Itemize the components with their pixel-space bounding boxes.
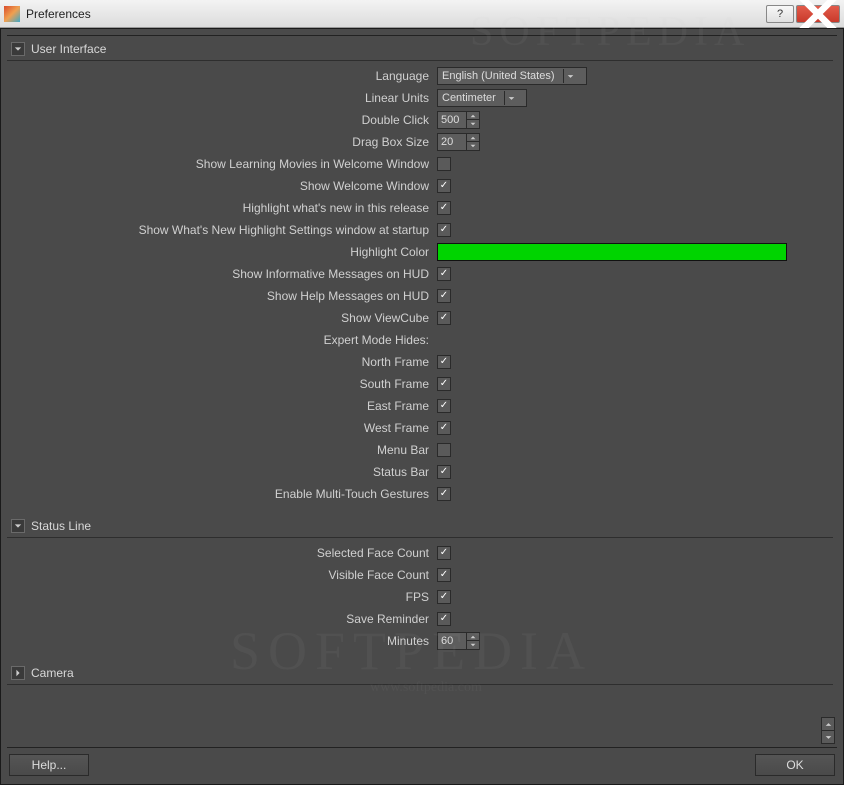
titlebar-close-button[interactable] [796, 5, 840, 23]
expand-toggle-status-line[interactable] [11, 519, 25, 533]
show-whats-new-highlight-checkbox[interactable] [437, 223, 451, 237]
spinner-up-icon[interactable] [467, 633, 479, 641]
preferences-scroll[interactable]: User Interface Language English (United … [7, 35, 837, 748]
expand-toggle-user-interface[interactable] [11, 42, 25, 56]
chevron-down-icon [14, 45, 22, 53]
double-click-spinner[interactable] [437, 111, 480, 129]
visible-face-count-checkbox[interactable] [437, 568, 451, 582]
label-show-viewcube: Show ViewCube [7, 311, 437, 325]
expand-toggle-camera[interactable] [11, 666, 25, 680]
fps-checkbox[interactable] [437, 590, 451, 604]
label-linear-units: Linear Units [7, 91, 437, 105]
show-viewcube-checkbox[interactable] [437, 311, 451, 325]
label-drag-box-size: Drag Box Size [7, 135, 437, 149]
menu-bar-checkbox[interactable] [437, 443, 451, 457]
section-body-status-line: Selected Face Count Visible Face Count F… [7, 538, 833, 660]
label-west-frame: West Frame [7, 421, 437, 435]
chevron-down-icon [825, 734, 832, 741]
label-double-click: Double Click [7, 113, 437, 127]
enable-multitouch-checkbox[interactable] [437, 487, 451, 501]
section-body-user-interface: Language English (United States) Linear … [7, 61, 833, 513]
titlebar-buttons: ? [764, 5, 840, 23]
label-show-learning-movies: Show Learning Movies in Welcome Window [7, 157, 437, 171]
south-frame-checkbox[interactable] [437, 377, 451, 391]
minutes-input[interactable] [437, 632, 467, 650]
show-help-hud-checkbox[interactable] [437, 289, 451, 303]
show-learning-movies-checkbox[interactable] [437, 157, 451, 171]
label-fps: FPS [7, 590, 437, 604]
section-header-camera[interactable]: Camera [7, 660, 833, 685]
minutes-spinner[interactable] [437, 632, 480, 650]
label-show-info-hud: Show Informative Messages on HUD [7, 267, 437, 281]
status-bar-checkbox[interactable] [437, 465, 451, 479]
save-reminder-checkbox[interactable] [437, 612, 451, 626]
drag-box-size-spinner[interactable] [437, 133, 480, 151]
label-south-frame: South Frame [7, 377, 437, 391]
selected-face-count-checkbox[interactable] [437, 546, 451, 560]
label-highlight-color: Highlight Color [7, 245, 437, 259]
chevron-right-icon [14, 669, 22, 677]
show-info-hud-checkbox[interactable] [437, 267, 451, 281]
titlebar-help-button[interactable]: ? [766, 5, 794, 23]
linear-units-value: Centimeter [442, 92, 500, 104]
highlight-color-swatch[interactable] [437, 243, 787, 261]
label-highlight-whats-new: Highlight what's new in this release [7, 201, 437, 215]
label-show-whats-new-highlight: Show What's New Highlight Settings windo… [7, 223, 437, 237]
chevron-down-icon [14, 522, 22, 530]
section-title-camera: Camera [31, 666, 74, 680]
footer: Help... OK [7, 748, 837, 778]
label-menu-bar: Menu Bar [7, 443, 437, 457]
label-show-help-hud: Show Help Messages on HUD [7, 289, 437, 303]
label-north-frame: North Frame [7, 355, 437, 369]
label-selected-face-count: Selected Face Count [7, 546, 437, 560]
label-minutes: Minutes [7, 634, 437, 648]
west-frame-checkbox[interactable] [437, 421, 451, 435]
language-dropdown[interactable]: English (United States) [437, 67, 587, 85]
label-expert-mode-hides: Expert Mode Hides: [7, 333, 437, 347]
dropdown-arrow-icon [563, 69, 577, 83]
label-status-bar: Status Bar [7, 465, 437, 479]
chevron-up-icon [825, 721, 832, 728]
label-save-reminder: Save Reminder [7, 612, 437, 626]
section-header-status-line[interactable]: Status Line [7, 513, 833, 538]
label-visible-face-count: Visible Face Count [7, 568, 437, 582]
dropdown-arrow-icon [504, 91, 518, 105]
language-value: English (United States) [442, 70, 559, 82]
section-title-user-interface: User Interface [31, 42, 106, 56]
drag-box-size-input[interactable] [437, 133, 467, 151]
linear-units-dropdown[interactable]: Centimeter [437, 89, 527, 107]
scroll-buttons [821, 718, 835, 744]
label-enable-multitouch: Enable Multi-Touch Gestures [7, 487, 437, 501]
label-language: Language [7, 69, 437, 83]
north-frame-checkbox[interactable] [437, 355, 451, 369]
content-area: User Interface Language English (United … [0, 28, 844, 785]
section-title-status-line: Status Line [31, 519, 91, 533]
label-east-frame: East Frame [7, 399, 437, 413]
scroll-down-button[interactable] [821, 730, 835, 744]
ok-button[interactable]: OK [755, 754, 835, 776]
titlebar: Preferences ? [0, 0, 844, 28]
spinner-up-icon[interactable] [467, 112, 479, 120]
help-button[interactable]: Help... [9, 754, 89, 776]
scroll-up-button[interactable] [821, 717, 835, 731]
label-show-welcome-window: Show Welcome Window [7, 179, 437, 193]
section-header-user-interface[interactable]: User Interface [7, 36, 833, 61]
spinner-down-icon[interactable] [467, 142, 479, 150]
east-frame-checkbox[interactable] [437, 399, 451, 413]
double-click-input[interactable] [437, 111, 467, 129]
show-welcome-window-checkbox[interactable] [437, 179, 451, 193]
highlight-whats-new-checkbox[interactable] [437, 201, 451, 215]
app-icon [4, 6, 20, 22]
window-title: Preferences [26, 7, 764, 21]
spinner-down-icon[interactable] [467, 120, 479, 128]
spinner-down-icon[interactable] [467, 641, 479, 649]
spinner-up-icon[interactable] [467, 134, 479, 142]
